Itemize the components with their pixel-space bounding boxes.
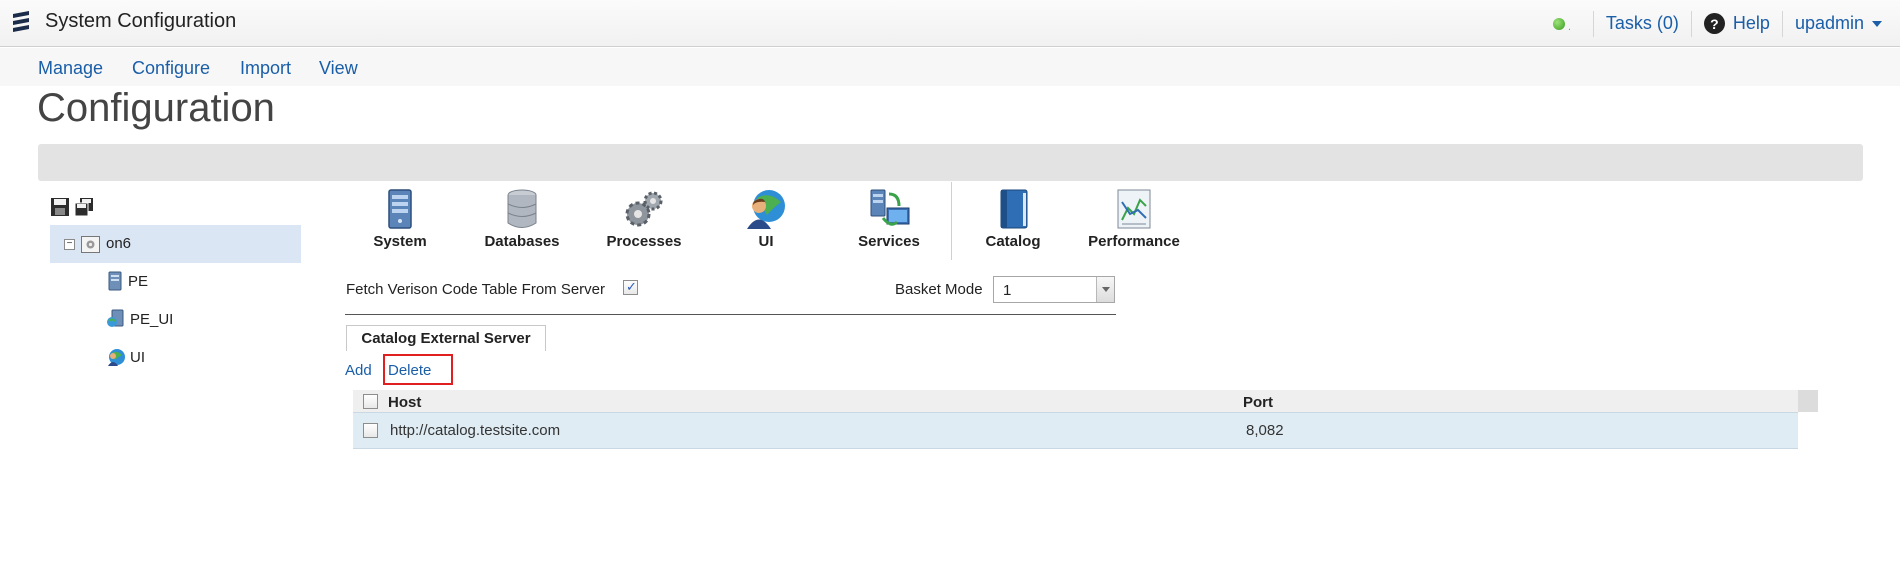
tree-node-pe[interactable]: PE bbox=[106, 270, 148, 292]
category-label: System bbox=[373, 233, 427, 250]
chart-icon bbox=[1117, 189, 1151, 229]
tasks-link[interactable]: Tasks (0) bbox=[1606, 13, 1679, 34]
cluster-icon bbox=[81, 236, 100, 253]
globe-user-icon bbox=[108, 349, 125, 366]
add-link[interactable]: Add bbox=[345, 362, 372, 379]
column-header-port[interactable]: Port bbox=[1243, 394, 1273, 411]
fetch-code-table-checkbox[interactable]: ✓ bbox=[623, 279, 638, 295]
user-menu[interactable]: upadmin bbox=[1795, 13, 1882, 34]
category-label: Services bbox=[858, 233, 920, 250]
row-checkbox[interactable] bbox=[363, 423, 378, 438]
category-performance[interactable]: Performance bbox=[1074, 188, 1194, 250]
save-all-icon[interactable] bbox=[74, 197, 94, 217]
delete-link[interactable]: Delete bbox=[388, 362, 431, 379]
main-menu: Manage Configure Import View bbox=[0, 48, 1900, 86]
select-all-checkbox[interactable] bbox=[363, 394, 378, 409]
tree-toolbar bbox=[50, 197, 94, 217]
app-logo-icon bbox=[13, 11, 29, 32]
category-ui[interactable]: UI bbox=[706, 188, 826, 250]
table-row[interactable]: http://catalog.testsite.com 8,082 bbox=[353, 412, 1798, 449]
help-link[interactable]: Help bbox=[1733, 13, 1770, 34]
category-processes[interactable]: Processes bbox=[584, 188, 704, 250]
database-icon bbox=[507, 189, 537, 228]
top-header: System Configuration . Tasks (0) ? Help … bbox=[0, 0, 1900, 47]
category-label: Databases bbox=[484, 233, 560, 250]
services-icon bbox=[870, 189, 910, 226]
app-title: System Configuration bbox=[45, 10, 237, 32]
basket-mode-value: 1 bbox=[1003, 282, 1012, 299]
cell-port: 8,082 bbox=[1246, 422, 1284, 439]
help-icon[interactable]: ? bbox=[1703, 13, 1725, 34]
tree-root-label: on6 bbox=[106, 235, 132, 252]
server-globe-icon bbox=[107, 309, 124, 327]
fetch-code-table-label: Fetch Verison Code Table From Server bbox=[346, 281, 606, 298]
delete-link-highlight[interactable]: Delete bbox=[383, 354, 453, 385]
menu-item-manage[interactable]: Manage bbox=[38, 58, 103, 79]
book-icon bbox=[1000, 189, 1028, 229]
menu-item-import[interactable]: Import bbox=[240, 58, 291, 79]
chevron-down-icon bbox=[1872, 21, 1882, 28]
checkmark-icon: ✓ bbox=[626, 279, 637, 294]
toolbar-band bbox=[38, 144, 1863, 181]
category-label: Performance bbox=[1088, 233, 1180, 250]
gears-icon bbox=[625, 191, 663, 227]
menu-item-view[interactable]: View bbox=[319, 58, 358, 79]
status-indicator-icon[interactable] bbox=[1553, 17, 1566, 30]
cell-host: http://catalog.testsite.com bbox=[390, 422, 561, 439]
tree-node-label: PE_UI bbox=[130, 310, 174, 328]
table-header: Host Port bbox=[353, 390, 1818, 412]
basket-mode-label: Basket Mode bbox=[895, 281, 983, 298]
globe-user-icon bbox=[747, 190, 785, 229]
save-icon[interactable] bbox=[50, 197, 70, 217]
tree-node-pe-ui[interactable]: PE_UI bbox=[106, 308, 173, 330]
category-databases[interactable]: Databases bbox=[462, 188, 582, 250]
user-name: upadmin bbox=[1794, 13, 1864, 33]
menu-item-configure[interactable]: Configure bbox=[132, 58, 210, 79]
category-catalog[interactable]: Catalog bbox=[953, 188, 1073, 250]
tree-node-root[interactable]: − on6 bbox=[50, 225, 301, 263]
category-label: UI bbox=[758, 233, 774, 250]
collapse-icon[interactable]: − bbox=[64, 239, 75, 250]
scrollbar-header-cap bbox=[1798, 390, 1818, 412]
category-divider bbox=[951, 182, 952, 260]
tree-node-label: PE bbox=[128, 272, 149, 290]
column-header-host[interactable]: Host bbox=[388, 394, 421, 411]
category-label: Catalog bbox=[985, 233, 1041, 250]
chevron-down-icon[interactable] bbox=[1096, 277, 1114, 302]
tree-node-label: UI bbox=[130, 348, 145, 366]
basket-mode-select[interactable]: 1 bbox=[993, 276, 1115, 303]
external-server-table: Host Port http://catalog.testsite.com 8,… bbox=[353, 390, 1818, 449]
tab-catalog-external-server[interactable]: Catalog External Server bbox=[346, 325, 546, 351]
page-title: Configuration bbox=[37, 86, 275, 130]
category-services[interactable]: Services bbox=[829, 188, 949, 250]
server-icon bbox=[388, 189, 412, 229]
form-divider bbox=[345, 314, 1116, 315]
category-label: Processes bbox=[606, 233, 682, 250]
tree-node-ui[interactable]: UI bbox=[106, 346, 145, 368]
status-dot-mark: . bbox=[1568, 22, 1571, 33]
category-system[interactable]: System bbox=[340, 188, 460, 250]
server-icon bbox=[108, 271, 122, 291]
